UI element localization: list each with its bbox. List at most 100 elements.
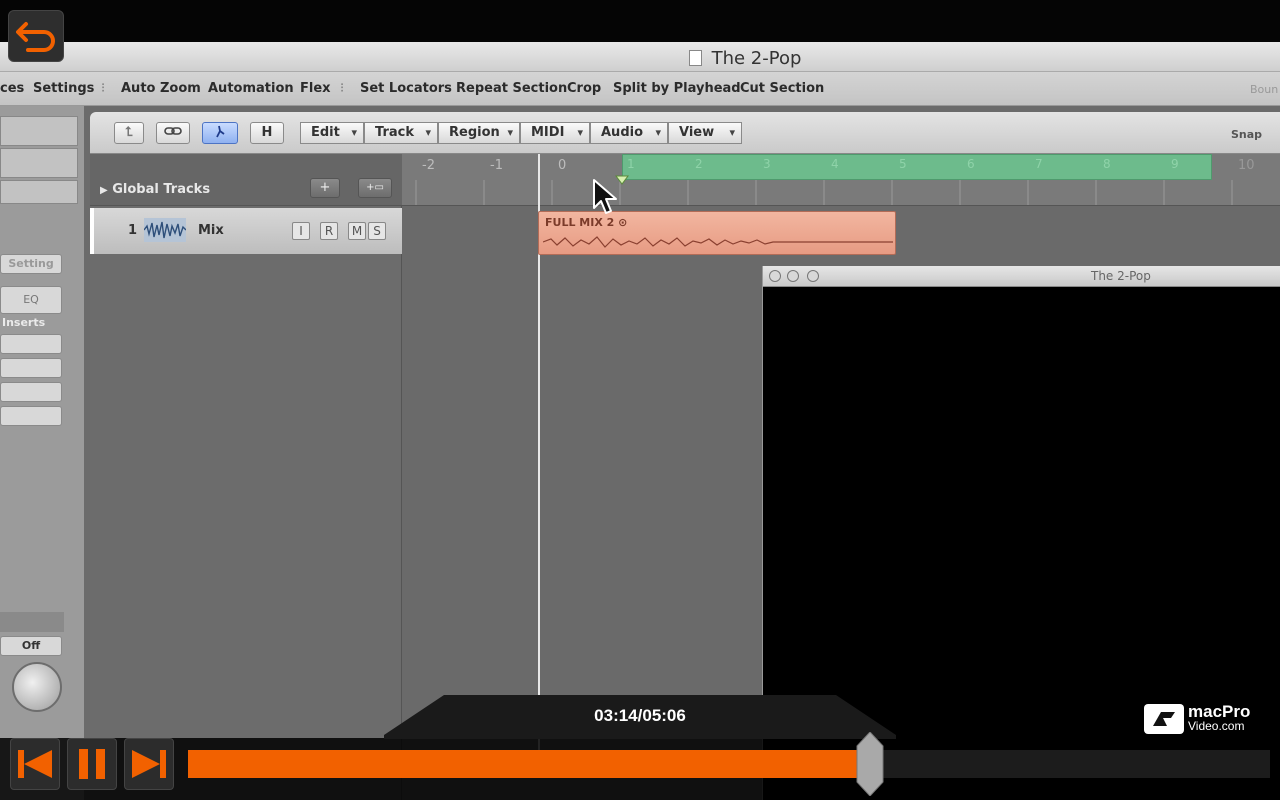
progress-fill	[188, 750, 870, 778]
ruler-label: 0	[558, 158, 567, 173]
toolbar-item-bounce[interactable]: Boun	[1250, 83, 1278, 96]
toolbar-item-preferences[interactable]: ces	[0, 81, 24, 96]
inspector-section	[0, 180, 78, 204]
window-title: The 2-Pop	[711, 48, 802, 69]
global-tracks-row: ▶ Global Tracks + +▭	[90, 154, 402, 206]
toolbar-item-automation[interactable]: Automation	[208, 81, 294, 96]
input-monitor-button[interactable]: I	[292, 222, 310, 240]
ruler-bar-label: 1	[627, 157, 635, 171]
global-tracks-label: Global Tracks	[112, 182, 211, 197]
insert-slot-4[interactable]	[0, 406, 62, 426]
solo-button[interactable]: S	[368, 222, 386, 240]
pause-icon	[79, 749, 105, 779]
logo-mark-icon	[1144, 704, 1184, 734]
ruler-bar-label: 6	[967, 157, 975, 171]
time-display: 03:14/05:06	[594, 706, 686, 725]
ruler-bar-label: 4	[831, 157, 839, 171]
catch-button[interactable]: ⮤	[114, 122, 144, 144]
ruler-bar-label: 8	[1103, 157, 1111, 171]
view-menu[interactable]: View	[668, 122, 742, 144]
global-tracks-disclosure[interactable]: ▶ Global Tracks	[100, 182, 210, 197]
toolbar-separator: ⁝	[101, 81, 106, 96]
region-menu[interactable]: Region	[438, 122, 520, 144]
zoom-icon[interactable]	[807, 270, 819, 282]
disclosure-triangle-icon: ▶	[100, 185, 108, 196]
ruler-label: 10	[1238, 158, 1255, 173]
record-enable-button[interactable]: R	[320, 222, 338, 240]
inspector-section	[0, 148, 78, 178]
track-number: 1	[128, 223, 138, 238]
link-button[interactable]	[156, 122, 190, 144]
inserts-label: Inserts	[2, 316, 46, 329]
off-button[interactable]: Off	[0, 636, 62, 656]
toolbar-item-cut-section[interactable]: Cut Section	[740, 81, 824, 96]
ruler-ticks	[415, 180, 1233, 205]
ruler-bar-label: 2	[695, 157, 703, 171]
ruler-bar-label: 5	[899, 157, 907, 171]
bar-ruler[interactable]: -2 -1 0 1 2 3 4 5 6 7 8 9 10	[402, 154, 1280, 206]
mute-button[interactable]: M	[348, 222, 366, 240]
close-icon[interactable]	[769, 270, 781, 282]
next-button[interactable]	[124, 738, 174, 790]
track-row[interactable]: 1 Mix I R M S	[90, 208, 402, 254]
toolbar-item-settings[interactable]: Settings	[33, 81, 94, 96]
hide-button[interactable]: H	[250, 122, 284, 144]
pan-knob[interactable]	[12, 662, 62, 712]
progress-thumb[interactable]	[855, 732, 885, 796]
toolbar-item-split-by-playhead[interactable]: Split by Playhead	[613, 81, 741, 96]
eq-button[interactable]: EQ	[0, 286, 62, 314]
edit-menu[interactable]: Edit	[300, 122, 364, 144]
toolbar-item-flex[interactable]: Flex	[300, 81, 331, 96]
window-titlebar: The 2-Pop	[0, 42, 1280, 72]
inspector-panel: Setting EQ Inserts Off	[0, 106, 84, 800]
back-arrow-icon	[16, 22, 55, 52]
flex-view-button[interactable]	[202, 122, 238, 144]
inspector-section	[0, 116, 78, 146]
pause-button[interactable]	[67, 738, 117, 790]
ruler-bar-label: 7	[1035, 157, 1043, 171]
skip-back-icon	[18, 750, 52, 778]
toolbar-separator: ⁝	[340, 81, 345, 96]
toolbar-item-crop[interactable]: Crop	[567, 81, 601, 96]
track-name: Mix	[198, 223, 224, 238]
back-button[interactable]	[8, 10, 64, 62]
toolbar-item-repeat-section[interactable]: Repeat Section	[456, 81, 567, 96]
folder-track-button[interactable]: +▭	[358, 178, 392, 198]
skip-forward-icon	[132, 750, 166, 778]
movie-window-title: The 2-Pop	[1091, 269, 1151, 283]
previous-button[interactable]	[10, 738, 60, 790]
ruler-bar-label: 9	[1171, 157, 1179, 171]
toolbar-item-set-locators[interactable]: Set Locators	[360, 81, 452, 96]
mouse-cursor-icon	[593, 179, 617, 214]
audio-menu[interactable]: Audio	[590, 122, 668, 144]
progress-track[interactable]	[188, 732, 1270, 796]
region-waveform	[543, 236, 893, 248]
logo-text-line2: Video.com	[1188, 719, 1245, 733]
ruler-label: -2	[422, 158, 435, 173]
setting-button[interactable]: Setting	[0, 254, 62, 274]
track-menu[interactable]: Track	[364, 122, 438, 144]
insert-slot-3[interactable]	[0, 382, 62, 402]
top-strip	[0, 0, 1280, 42]
movie-window-titlebar: The 2-Pop	[763, 266, 1280, 287]
flex-icon	[216, 125, 225, 138]
send-slot	[0, 612, 64, 632]
local-toolbar: ⮤ H Edit Track Region MIDI Audio View Sn…	[90, 112, 1280, 154]
insert-slot-2[interactable]	[0, 358, 62, 378]
audio-waveform-icon	[144, 218, 186, 242]
midi-menu[interactable]: MIDI	[520, 122, 590, 144]
macprovideo-logo: macPro Video.com	[1144, 702, 1251, 734]
minimize-icon[interactable]	[787, 270, 799, 282]
main-toolbar: ces Settings ⁝ Auto Zoom Automation Flex…	[0, 72, 1280, 106]
link-icon	[164, 127, 182, 135]
add-track-button[interactable]: +	[310, 178, 340, 198]
ruler-label: -1	[490, 158, 503, 173]
ruler-bar-label: 3	[763, 157, 771, 171]
toolbar-item-auto-zoom[interactable]: Auto Zoom	[121, 81, 201, 96]
snap-label: Snap	[1230, 128, 1262, 141]
document-icon	[688, 50, 702, 66]
cycle-region[interactable]: 1 2 3 4 5 6 7 8 9	[622, 154, 1212, 180]
logo-text-line1: macPro	[1188, 702, 1251, 721]
insert-slot-1[interactable]	[0, 334, 62, 354]
track-list: ▶ Global Tracks + +▭ 1 Mix I R M S	[90, 154, 402, 800]
